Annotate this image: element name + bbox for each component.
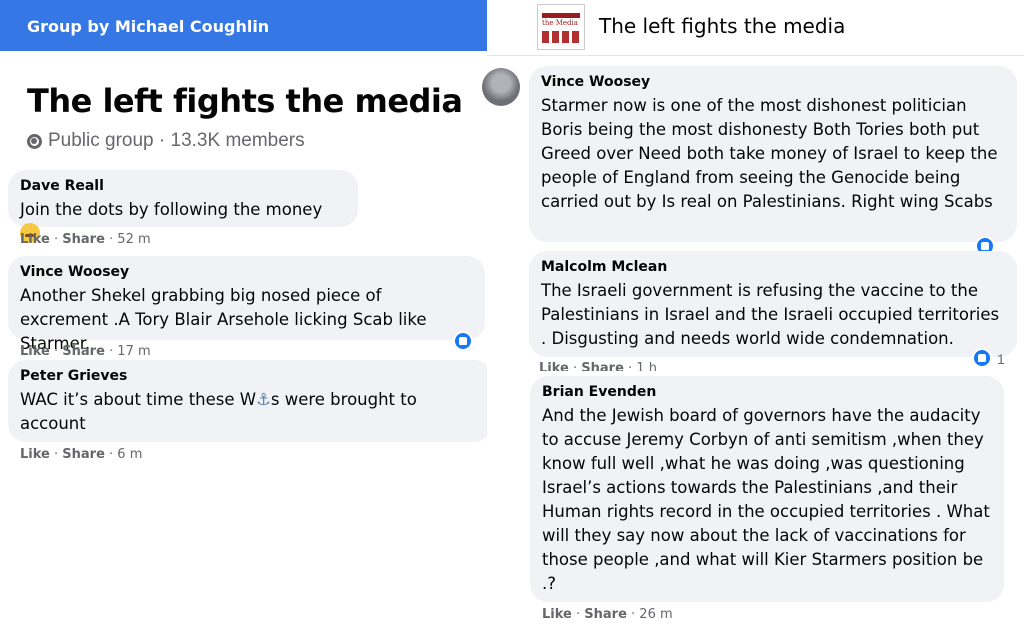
reaction-count[interactable]: 1 [997, 351, 1005, 367]
comment-time[interactable]: 52 m [117, 232, 150, 247]
right-screenshot: the Media The left fights the media Vinc… [482, 0, 1024, 644]
comment-author[interactable]: Dave Reall [20, 178, 346, 194]
comment-author[interactable]: Peter Grieves [20, 368, 480, 384]
comment-actions: Like · Share · 26 m [542, 607, 673, 622]
like-link[interactable]: Like [542, 607, 572, 622]
group-meta: Public group · 13.3K members [27, 130, 305, 152]
comment-bubble: Vince Woosey Starmer now is one of the m… [529, 66, 1017, 242]
comment-text: And the Jewish board of governors have t… [542, 406, 990, 593]
comment-author[interactable]: Vince Woosey [20, 264, 473, 280]
thumbnail-banner [542, 13, 580, 18]
comment-time[interactable]: 6 m [117, 447, 142, 462]
thumbnail-faces [542, 31, 580, 43]
like-link[interactable]: Like [20, 344, 50, 359]
like-reaction-icon[interactable] [453, 331, 473, 351]
like-link[interactable]: Like [20, 232, 50, 247]
group-topbar: Group by Michael Coughlin [0, 0, 487, 51]
globe-icon [27, 133, 42, 149]
comment-actions: Like · Share · 17 m [20, 344, 151, 359]
comment-text-part: WAC it’s about time these W [20, 390, 257, 409]
comment-author[interactable]: Malcolm Mclean [541, 259, 1005, 275]
group-meta-text: Public group · 13.3K members [48, 130, 305, 151]
comment-text: Starmer now is one of the most dishonest… [541, 96, 998, 211]
comment-bubble: Malcolm Mclean The Israeli government is… [529, 251, 1017, 357]
group-header: the Media The left fights the media [487, 0, 1024, 56]
comment-time[interactable]: 1 h [636, 361, 657, 371]
comment-text: The Israeli government is refusing the v… [541, 281, 1000, 348]
comment-author[interactable]: Brian Evenden [542, 384, 992, 400]
page-title[interactable]: The left fights the media [27, 82, 463, 120]
header-title[interactable]: The left fights the media [599, 14, 845, 38]
share-link[interactable]: Share [62, 344, 105, 359]
comment-author[interactable]: Vince Woosey [541, 74, 1005, 90]
comment-text-body: Join the dots by following the money [20, 200, 323, 219]
comment-bubble: Peter Grieves WAC it’s about time these … [8, 360, 492, 442]
comment-actions: Like · Share · 1 h [539, 361, 657, 371]
share-link[interactable]: Share [62, 447, 105, 462]
share-link[interactable]: Share [584, 607, 627, 622]
group-cover-thumbnail[interactable]: the Media [537, 4, 585, 50]
left-screenshot: Group by Michael Coughlin The left fight… [0, 0, 500, 644]
comment-actions: Like · Share · 52 m [20, 232, 151, 247]
comment-bubble: Brian Evenden And the Jewish board of go… [530, 376, 1004, 602]
comment-time[interactable]: 26 m [639, 607, 672, 622]
like-link[interactable]: Like [20, 447, 50, 462]
share-link[interactable]: Share [581, 361, 624, 371]
anchor-icon: ⚓ [256, 390, 271, 409]
comment-time[interactable]: 17 m [117, 344, 150, 359]
avatar[interactable] [482, 68, 520, 106]
comment-bubble: Vince Woosey Another Shekel grabbing big… [8, 256, 485, 353]
share-link[interactable]: Share [62, 232, 105, 247]
like-reaction-icon[interactable] [972, 348, 992, 368]
comment-actions: Like · Share · 6 m [20, 447, 143, 462]
thumbnail-text: the Media [542, 19, 578, 27]
like-link[interactable]: Like [539, 361, 569, 371]
comment-bubble: Dave Reall Join the dots by following th… [8, 170, 358, 243]
comment-text: WAC it’s about time these W⚓s were broug… [20, 388, 480, 436]
group-by-label: Group by Michael Coughlin [27, 17, 270, 36]
